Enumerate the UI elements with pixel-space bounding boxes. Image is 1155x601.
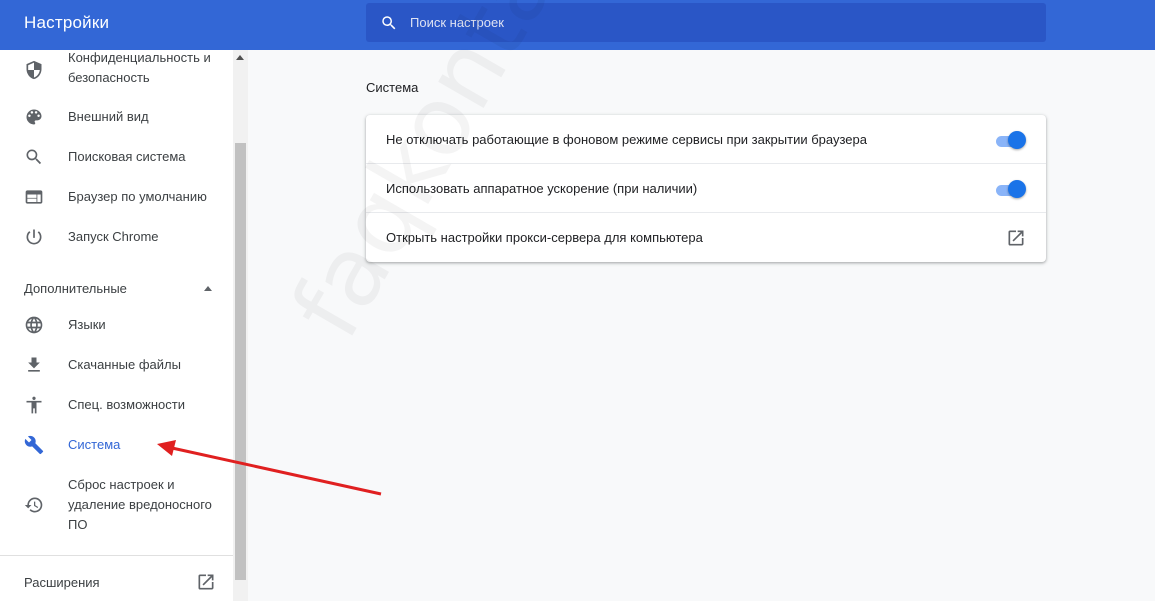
setting-label: Открыть настройки прокси-сервера для ком…	[386, 230, 703, 245]
section-title: Система	[366, 80, 419, 95]
open-in-new-icon	[196, 572, 216, 592]
sidebar-item-label: Браузер по умолчанию	[68, 189, 207, 204]
sidebar-divider	[0, 555, 233, 556]
sidebar-item-label: Спец. возможности	[68, 397, 185, 412]
scroll-up-arrow-icon[interactable]	[236, 55, 244, 60]
settings-header: Настройки Поиск настроек	[0, 0, 1155, 50]
palette-icon	[24, 107, 44, 127]
search-icon	[24, 147, 44, 167]
sidebar-item-label: Сброс настроек и удаление вредоносного П…	[68, 477, 212, 532]
sidebar-item-accessibility[interactable]: Спец. возможности	[0, 395, 233, 415]
sidebar-item-system[interactable]: Система	[0, 435, 233, 455]
sidebar-item-reset[interactable]: Сброс настроек и удаление вредоносного П…	[0, 475, 233, 535]
globe-icon	[24, 315, 44, 335]
setting-row-background-apps[interactable]: Не отключать работающие в фоновом режиме…	[366, 115, 1046, 164]
advanced-section-label: Дополнительные	[24, 280, 127, 296]
browser-window-icon	[24, 187, 44, 207]
sidebar-item-default-browser[interactable]: Браузер по умолчанию	[0, 187, 233, 207]
download-icon	[24, 355, 44, 375]
sidebar-item-downloads[interactable]: Скачанные файлы	[0, 355, 233, 375]
sidebar-item-label: Языки	[68, 317, 106, 332]
chevron-up-icon	[204, 285, 212, 291]
advanced-section-toggle[interactable]: Дополнительные	[24, 278, 214, 298]
sidebar-item-label: Скачанные файлы	[68, 357, 181, 372]
sidebar: Конфиденциальность и безопасность Внешни…	[0, 50, 233, 601]
sidebar-item-search-engine[interactable]: Поисковая система	[0, 147, 233, 167]
search-placeholder: Поиск настроек	[410, 15, 504, 30]
hardware-acceleration-toggle[interactable]	[994, 179, 1026, 199]
setting-row-hardware-acceleration[interactable]: Использовать аппаратное ускорение (при н…	[366, 164, 1046, 213]
setting-row-proxy-settings[interactable]: Открыть настройки прокси-сервера для ком…	[366, 213, 1046, 262]
sidebar-scrollbar[interactable]	[233, 50, 248, 601]
wrench-icon	[24, 435, 44, 455]
sidebar-item-extensions[interactable]: Расширения	[24, 572, 216, 592]
restore-icon	[24, 495, 44, 515]
scrollbar-thumb[interactable]	[235, 143, 246, 580]
setting-label: Не отключать работающие в фоновом режиме…	[386, 132, 867, 147]
sidebar-item-languages[interactable]: Языки	[0, 315, 233, 335]
sidebar-item-on-startup[interactable]: Запуск Chrome	[0, 227, 233, 247]
search-input[interactable]: Поиск настроек	[366, 3, 1046, 42]
toggle-knob	[1008, 179, 1026, 198]
accessibility-icon	[24, 395, 44, 415]
sidebar-item-label: Внешний вид	[68, 109, 149, 124]
sidebar-item-label: Система	[68, 437, 121, 452]
toggle-knob	[1008, 130, 1026, 149]
page-title: Настройки	[24, 13, 110, 32]
sidebar-item-appearance[interactable]: Внешний вид	[0, 107, 233, 127]
system-settings-card: Не отключать работающие в фоновом режиме…	[366, 115, 1046, 262]
power-icon	[24, 227, 44, 247]
setting-label: Использовать аппаратное ускорение (при н…	[386, 181, 698, 196]
sidebar-item-privacy[interactable]: Конфиденциальность и безопасность	[0, 50, 233, 90]
search-icon	[380, 14, 398, 32]
sidebar-item-label: Запуск Chrome	[68, 229, 159, 244]
shield-icon	[24, 60, 44, 80]
background-apps-toggle[interactable]	[994, 130, 1026, 150]
sidebar-item-label: Расширения	[24, 574, 100, 590]
sidebar-item-label: Поисковая система	[68, 149, 186, 164]
sidebar-item-label: Конфиденциальность и безопасность	[68, 50, 211, 85]
open-in-new-icon[interactable]	[1006, 228, 1026, 248]
